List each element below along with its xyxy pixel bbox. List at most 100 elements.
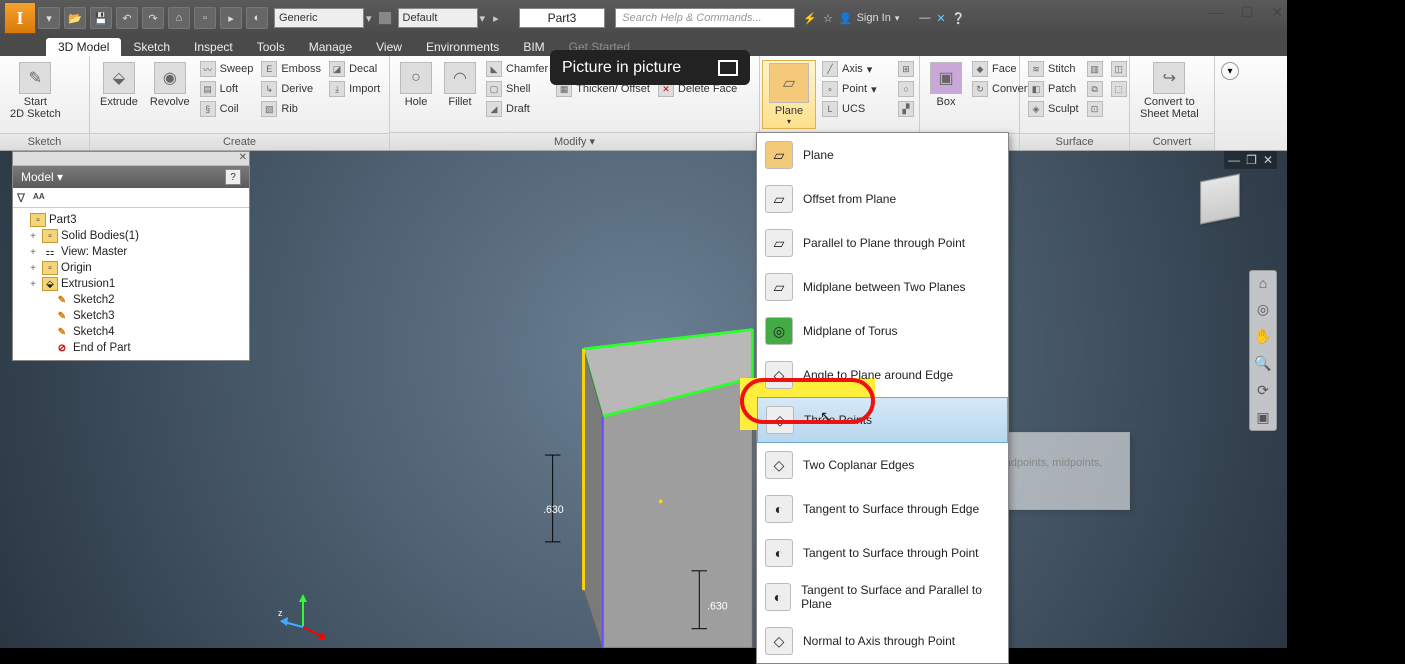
fillet-button[interactable]: ◠Fillet	[440, 60, 480, 110]
point-button[interactable]: ∘Point ▾	[820, 80, 879, 98]
circ-pattern-button[interactable]: ○	[896, 80, 916, 98]
sweep-button[interactable]: 〰Sweep	[198, 60, 256, 78]
tree-item[interactable]: +▫Solid Bodies(1)	[15, 228, 247, 244]
box-button[interactable]: ▣Box	[926, 60, 966, 110]
tree-item[interactable]: ✎Sketch4	[15, 324, 247, 340]
menu-item-plane[interactable]: ▱Plane	[757, 133, 1008, 177]
tree-item[interactable]: ✎Sketch3	[15, 308, 247, 324]
browser-help-icon[interactable]: ?	[225, 169, 241, 185]
view-cube[interactable]	[1197, 176, 1251, 230]
extrude-button[interactable]: ⬙Extrude	[96, 60, 142, 110]
expander-icon[interactable]: +	[27, 279, 39, 290]
ribbon-collapse-button[interactable]: ▾	[1215, 56, 1245, 150]
menu-item-midplane-torus[interactable]: ◎Midplane of Torus	[757, 309, 1008, 353]
menu-item-midplane-two-planes[interactable]: ▱Midplane between Two Planes	[757, 265, 1008, 309]
qat-material-icon[interactable]: ◐	[246, 7, 268, 29]
qat-undo-icon[interactable]: ↶	[116, 7, 138, 29]
tab-view[interactable]: View	[364, 38, 414, 56]
qat-redo-icon[interactable]: ↷	[142, 7, 164, 29]
shell-button[interactable]: ▢Shell	[484, 80, 550, 98]
app-logo[interactable]: I	[4, 2, 36, 34]
convert-sheetmetal-button[interactable]: ↪Convert toSheet Metal	[1136, 60, 1203, 122]
tab-inspect[interactable]: Inspect	[182, 38, 245, 56]
close-button[interactable]: ✕	[1271, 4, 1283, 21]
stitch-button[interactable]: ≋Stitch	[1026, 60, 1081, 78]
rib-button[interactable]: ▧Rib	[259, 100, 323, 118]
chamfer-button[interactable]: ◣Chamfer	[484, 60, 550, 78]
tree-item[interactable]: ⊘End of Part	[15, 340, 247, 356]
expander-icon[interactable]: +	[27, 263, 39, 274]
nav-orbit-icon[interactable]: ⟳	[1257, 382, 1269, 399]
surf-btn3[interactable]: ⊡	[1085, 100, 1105, 118]
emboss-button[interactable]: EEmboss	[259, 60, 323, 78]
qat-assembly-icon[interactable]: ▫	[194, 7, 216, 29]
sign-in-button[interactable]: 👤Sign In▾	[839, 12, 899, 25]
tab-sketch[interactable]: Sketch	[121, 38, 182, 56]
qat-select-icon[interactable]: ▸	[220, 7, 242, 29]
rect-pattern-button[interactable]: ⊞	[896, 60, 916, 78]
plane-dropdown-button[interactable]: ▱Plane▾	[762, 60, 816, 129]
start-2d-sketch-button[interactable]: ✎ Start2D Sketch	[6, 60, 65, 122]
ucs-button[interactable]: LUCS	[820, 100, 879, 118]
menu-item-offset-from-plane[interactable]: ▱Offset from Plane	[757, 177, 1008, 221]
find-icon[interactable]: ᴬᴬ	[33, 191, 45, 205]
doc-minimize-button[interactable]: —	[1228, 153, 1240, 167]
qat-open-icon[interactable]: 📂	[64, 7, 86, 29]
menu-item-angle-edge[interactable]: ◇Angle to Plane around Edge	[757, 353, 1008, 397]
qat-home-icon[interactable]: ⌂	[168, 7, 190, 29]
nav-fullnav-icon[interactable]: ◎	[1257, 301, 1269, 318]
material-combo[interactable]: Generic	[274, 8, 364, 28]
nav-zoom-icon[interactable]: 🔍	[1254, 355, 1271, 372]
hole-button[interactable]: ○Hole	[396, 60, 436, 110]
subscription-star-icon[interactable]: ⚡	[803, 12, 817, 25]
tree-item[interactable]: +⚏View: Master	[15, 244, 247, 260]
maximize-button[interactable]: ☐	[1241, 4, 1254, 21]
browser-close-icon[interactable]: ✕	[239, 152, 247, 163]
browser-header-bar[interactable]: ✕	[13, 152, 249, 166]
appearance-combo[interactable]: Default	[398, 8, 478, 28]
tree-item[interactable]: ✎Sketch2	[15, 292, 247, 308]
tree-root[interactable]: ▫Part3	[15, 212, 247, 228]
tree-item[interactable]: +⬙Extrusion1	[15, 276, 247, 292]
menu-item-tangent-edge[interactable]: ◐Tangent to Surface through Edge	[757, 487, 1008, 531]
qat-save-icon[interactable]: 💾	[90, 7, 112, 29]
exchange-x-icon[interactable]: ✕	[936, 12, 945, 25]
revolve-button[interactable]: ◉Revolve	[146, 60, 194, 110]
axis-button[interactable]: ╱Axis ▾	[820, 60, 879, 78]
appearance-swatch-icon[interactable]	[378, 11, 392, 25]
search-input[interactable]: Search Help & Commands...	[615, 8, 795, 28]
nav-lookat-icon[interactable]: ▣	[1256, 409, 1269, 426]
favorite-star-icon[interactable]: ☆	[823, 12, 833, 25]
qat-new-icon[interactable]: ▾	[38, 7, 60, 29]
surf-btn2[interactable]: ⧉	[1085, 80, 1105, 98]
minimize-button[interactable]: —	[1209, 4, 1223, 21]
menu-item-three-points[interactable]: ◇Three Points ↖	[757, 397, 1008, 443]
patch-button[interactable]: ◧Patch	[1026, 80, 1081, 98]
surf-btn5[interactable]: ⬚	[1109, 80, 1129, 98]
tab-tools[interactable]: Tools	[245, 38, 297, 56]
mirror-button[interactable]: ▞	[896, 100, 916, 118]
expander-icon[interactable]: +	[27, 247, 39, 258]
doc-close-button[interactable]: ✕	[1263, 153, 1273, 167]
tab-3d-model[interactable]: 3D Model	[46, 38, 121, 56]
menu-item-tangent-point[interactable]: ◐Tangent to Surface through Point	[757, 531, 1008, 575]
menu-item-normal-axis-point[interactable]: ◇Normal to Axis through Point	[757, 619, 1008, 663]
import-button[interactable]: ⤓Import	[327, 80, 382, 98]
filter-icon[interactable]: ∇	[17, 191, 25, 205]
draft-button[interactable]: ◢Draft	[484, 100, 550, 118]
nav-home-icon[interactable]: ⌂	[1259, 275, 1267, 291]
nav-pan-icon[interactable]: ✋	[1254, 328, 1271, 345]
qat-chevron-icon[interactable]: ▸	[493, 12, 499, 25]
picture-in-picture-overlay[interactable]: Picture in picture	[550, 50, 750, 85]
decal-button[interactable]: ◪Decal	[327, 60, 382, 78]
sculpt-button[interactable]: ◈Sculpt	[1026, 100, 1081, 118]
coil-button[interactable]: §Coil	[198, 100, 256, 118]
expander-icon[interactable]: +	[27, 231, 39, 242]
menu-item-parallel-through-point[interactable]: ▱Parallel to Plane through Point	[757, 221, 1008, 265]
tree-item[interactable]: +▫Origin	[15, 260, 247, 276]
document-tab[interactable]: Part3	[519, 8, 606, 28]
doc-restore-button[interactable]: ❐	[1246, 153, 1257, 167]
menu-item-two-coplanar-edges[interactable]: ◇Two Coplanar Edges	[757, 443, 1008, 487]
help-icon[interactable]: ❔	[952, 12, 966, 25]
surf-btn1[interactable]: ▥	[1085, 60, 1105, 78]
